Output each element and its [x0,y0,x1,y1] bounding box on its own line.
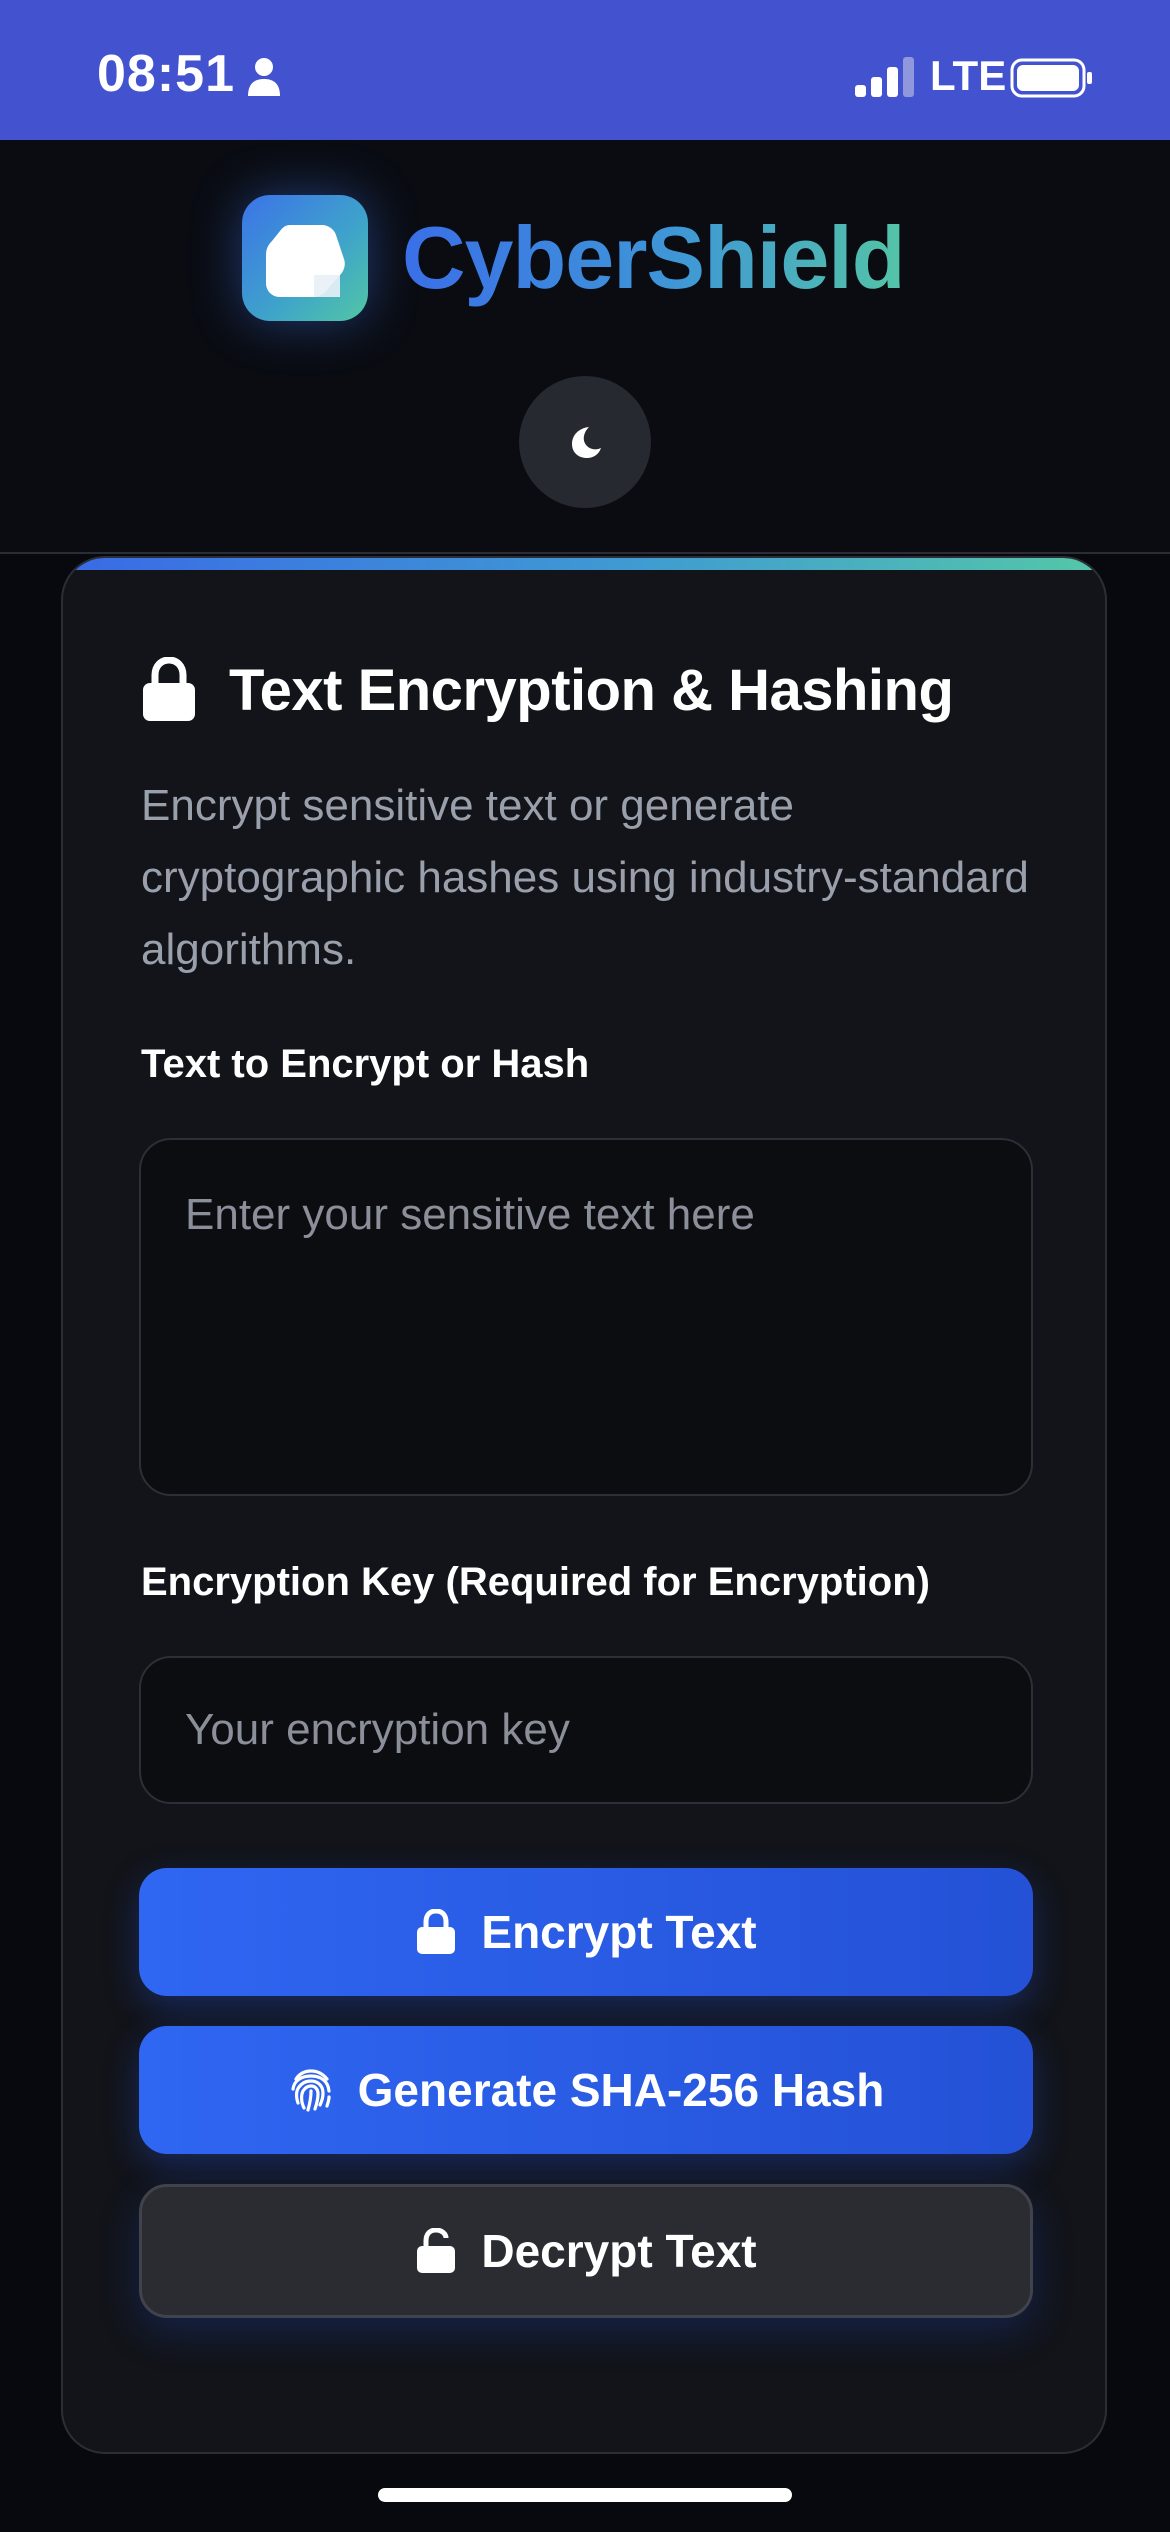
fingerprint-icon [291,2069,331,2112]
decrypt-button[interactable]: Decrypt Text [139,2184,1033,2318]
shield-logo-icon [266,225,345,297]
unlock-icon [417,2228,456,2273]
encryption-key-input[interactable] [139,1656,1033,1804]
card-accent-bar [63,558,1105,570]
signal-bars-icon [855,57,914,97]
moon-icon [572,427,601,458]
card-title-text: Text Encryption & Hashing [229,657,954,723]
decrypt-button-label: Decrypt Text [481,2225,757,2277]
home-indicator[interactable] [378,2488,792,2502]
status-time: 08:51 [97,45,235,103]
key-field-label: Encryption Key (Required for Encryption) [141,1560,930,1604]
card-title: Text Encryption & Hashing [141,650,954,730]
brand-name: CyberShield [402,205,905,311]
lock-icon [143,657,195,721]
app-header: CyberShield [0,140,1170,554]
status-bar: 08:51 LTE [0,0,1170,140]
card-description: Encrypt sensitive text or generate crypt… [141,781,1029,974]
app-logo [242,195,368,321]
theme-toggle-button[interactable] [519,376,651,508]
text-field-label: Text to Encrypt or Hash [141,1042,590,1086]
person-icon [248,58,280,96]
encrypt-button-label: Encrypt Text [481,1906,757,1958]
generate-hash-button-label: Generate SHA-256 Hash [357,2064,885,2116]
text-input-area[interactable] [139,1138,1033,1496]
network-type: LTE [930,52,1007,99]
lock-icon [417,1909,456,1954]
encryption-card: Text Encryption & Hashing Encrypt sensit… [61,556,1107,2454]
generate-hash-button[interactable]: Generate SHA-256 Hash [139,2026,1033,2154]
battery-icon [1010,58,1092,98]
encrypt-button[interactable]: Encrypt Text [139,1868,1033,1996]
